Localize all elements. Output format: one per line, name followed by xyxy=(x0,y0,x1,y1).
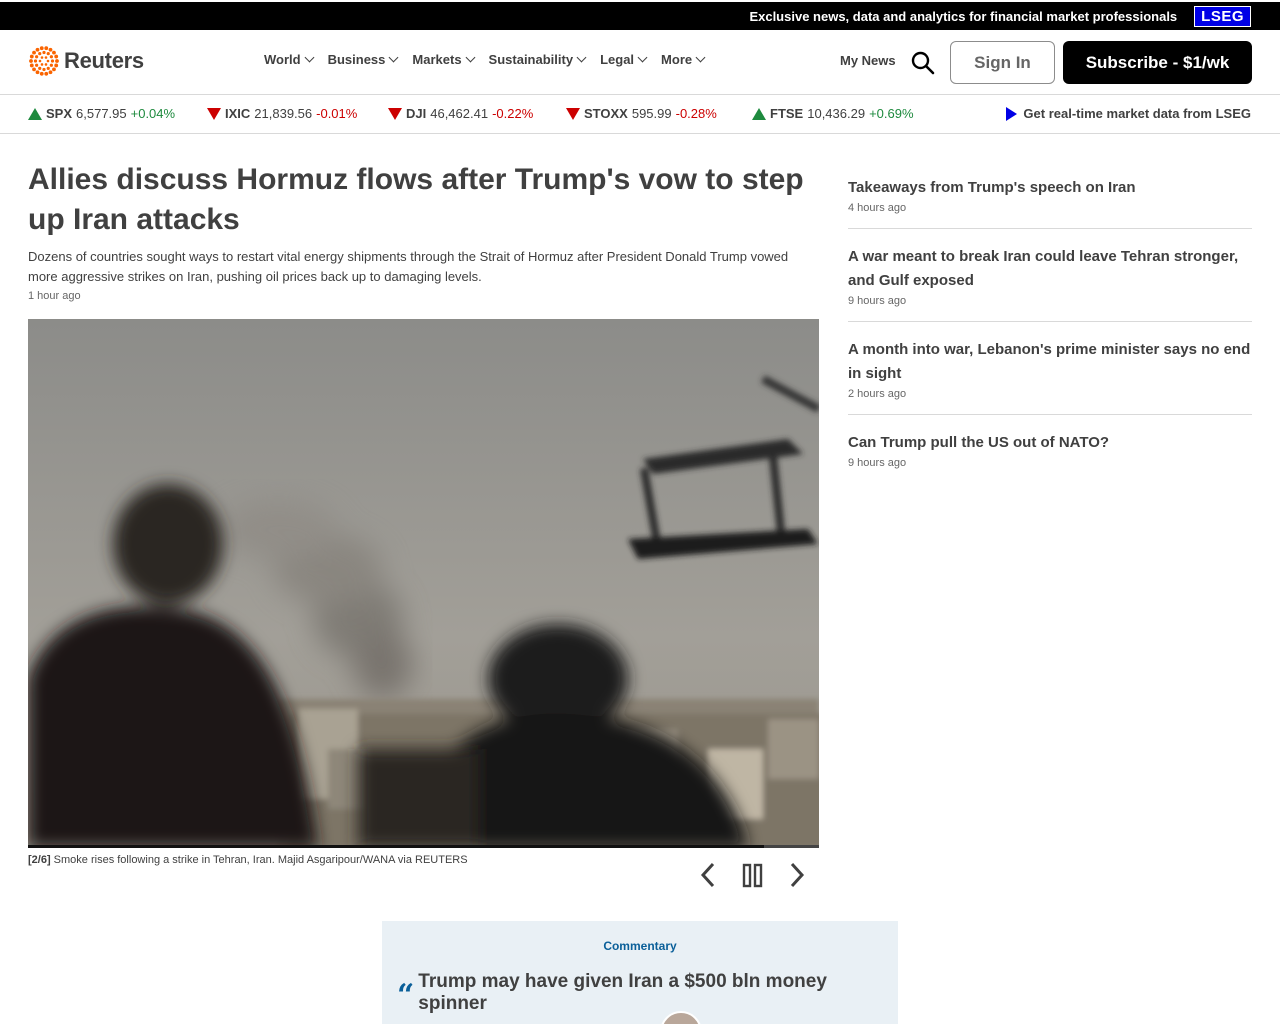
my-news-link[interactable]: My News xyxy=(840,53,896,68)
arrow-down-icon xyxy=(207,107,221,120)
ticker-value: 10,436.29 xyxy=(807,106,866,121)
logo-text: Reuters xyxy=(64,48,144,73)
nav-business[interactable]: Business xyxy=(327,52,399,67)
nav-label: More xyxy=(661,52,693,67)
reuters-logo-icon xyxy=(28,45,60,77)
list-item: A month into war, Lebanon's prime minist… xyxy=(848,332,1252,415)
commentary-card: Commentary “ Trump may have given Iran a… xyxy=(382,921,898,1024)
story-time: 9 hours ago xyxy=(848,457,907,469)
ticker-value: 6,577.95 xyxy=(76,106,127,121)
ticker-value: 21,839.56 xyxy=(254,106,313,121)
story-link[interactable]: Can Trump pull the US out of NATO? xyxy=(848,431,1252,455)
ticker-dji[interactable]: DJI 46,462.41 -0.22% xyxy=(388,106,533,121)
list-item: Can Trump pull the US out of NATO? 9 hou… xyxy=(848,425,1252,483)
story-time: 2 hours ago xyxy=(848,388,907,400)
ticker-change: +0.04% xyxy=(130,106,176,121)
quote-icon: “ xyxy=(397,978,415,1013)
lseg-data-link[interactable]: Get real-time market data from LSEG xyxy=(1006,106,1251,121)
nav-legal[interactable]: Legal xyxy=(600,52,648,67)
story-time: 9 hours ago xyxy=(848,295,907,307)
ticker-ftse[interactable]: FTSE 10,436.29 +0.69% xyxy=(752,106,914,121)
story-time: 4 hours ago xyxy=(848,202,907,214)
chevron-right-icon[interactable] xyxy=(782,860,812,890)
story-link[interactable]: A month into war, Lebanon's prime minist… xyxy=(848,338,1252,386)
arrow-up-icon xyxy=(28,107,42,120)
chevron-down-icon xyxy=(576,52,587,63)
commentary-title: Trump may have given Iran a $500 bln mon… xyxy=(418,971,827,1014)
play-icon xyxy=(1006,106,1018,121)
chevron-down-icon xyxy=(304,52,315,63)
nav-label: Business xyxy=(327,52,386,67)
nav-sustainability[interactable]: Sustainability xyxy=(488,52,587,67)
subscribe-button[interactable]: Subscribe - $1/wk xyxy=(1063,41,1252,84)
arrow-down-icon xyxy=(566,107,580,120)
nav-label: World xyxy=(264,52,301,67)
caption-index: [2/6] xyxy=(28,854,51,866)
promo-bar: Exclusive news, data and analytics for f… xyxy=(0,0,1280,30)
ticker-symbol: STOXX xyxy=(584,106,628,121)
lead-headline[interactable]: Allies discuss Hormuz flows after Trump'… xyxy=(28,160,828,240)
ticker-stoxx[interactable]: STOXX 595.99 -0.28% xyxy=(566,106,717,121)
chevron-down-icon xyxy=(695,52,706,63)
ticker-change: +0.69% xyxy=(869,106,914,121)
ticker-spx[interactable]: SPX 6,577.95 +0.04% xyxy=(28,106,175,121)
list-item: A war meant to break Iran could leave Te… xyxy=(848,239,1252,322)
sign-in-button[interactable]: Sign In xyxy=(950,41,1055,84)
search-icon[interactable] xyxy=(910,50,936,76)
nav-label: Markets xyxy=(412,52,462,67)
ticker-value: 595.99 xyxy=(631,106,672,121)
chevron-down-icon xyxy=(388,52,399,63)
lseg-badge[interactable]: LSEG xyxy=(1194,5,1251,27)
caption-text: Smoke rises following a strike in Tehran… xyxy=(50,854,468,866)
commentary-label[interactable]: Commentary xyxy=(382,939,898,953)
chevron-down-icon xyxy=(637,52,648,63)
nav-more[interactable]: More xyxy=(661,52,706,67)
sidebar-stories: Takeaways from Trump's speech on Iran 4 … xyxy=(848,170,1252,493)
lseg-link-label: Get real-time market data from LSEG xyxy=(1023,106,1251,121)
ticker-change: -0.22% xyxy=(492,106,534,121)
ticker-ixic[interactable]: IXIC 21,839.56 -0.01% xyxy=(207,106,357,121)
arrow-down-icon xyxy=(388,107,402,120)
promo-text[interactable]: Exclusive news, data and analytics for f… xyxy=(749,9,1177,24)
image-caption: [2/6] Smoke rises following a strike in … xyxy=(28,854,668,866)
ticker-symbol: DJI xyxy=(406,106,427,121)
nav-label: Sustainability xyxy=(488,52,574,67)
ticker-change: -0.28% xyxy=(675,106,717,121)
ticker-symbol: IXIC xyxy=(225,106,251,121)
chevron-down-icon xyxy=(465,52,475,63)
site-header: Reuters World Business Markets Sustainab… xyxy=(0,30,1280,95)
commentary-headline[interactable]: “ Trump may have given Iran a $500 bln m… xyxy=(397,971,897,1015)
slideshow-progress xyxy=(28,845,819,848)
hero-image[interactable] xyxy=(28,319,819,848)
main-nav: World Business Markets Sustainability Le… xyxy=(264,52,719,67)
arrow-up-icon xyxy=(752,107,766,120)
market-ticker: SPX 6,577.95 +0.04% IXIC 21,839.56 -0.01… xyxy=(0,95,1280,134)
ticker-change: -0.01% xyxy=(316,106,358,121)
ticker-symbol: SPX xyxy=(46,106,73,121)
reuters-logo[interactable]: Reuters xyxy=(28,45,144,77)
story-link[interactable]: A war meant to break Iran could leave Te… xyxy=(848,245,1252,293)
lead-summary: Dozens of countries sought ways to resta… xyxy=(28,249,789,284)
nav-label: Legal xyxy=(600,52,635,67)
list-item: Takeaways from Trump's speech on Iran 4 … xyxy=(848,170,1252,229)
pause-icon[interactable] xyxy=(738,860,768,890)
lead-timestamp: 1 hour ago xyxy=(28,290,81,302)
nav-world[interactable]: World xyxy=(264,52,315,67)
story-link[interactable]: Takeaways from Trump's speech on Iran xyxy=(848,176,1252,200)
ticker-symbol: FTSE xyxy=(770,106,804,121)
nav-markets[interactable]: Markets xyxy=(412,52,475,67)
ticker-value: 46,462.41 xyxy=(430,106,489,121)
chevron-left-icon[interactable] xyxy=(694,860,724,890)
slideshow-progress-fill xyxy=(28,845,764,848)
